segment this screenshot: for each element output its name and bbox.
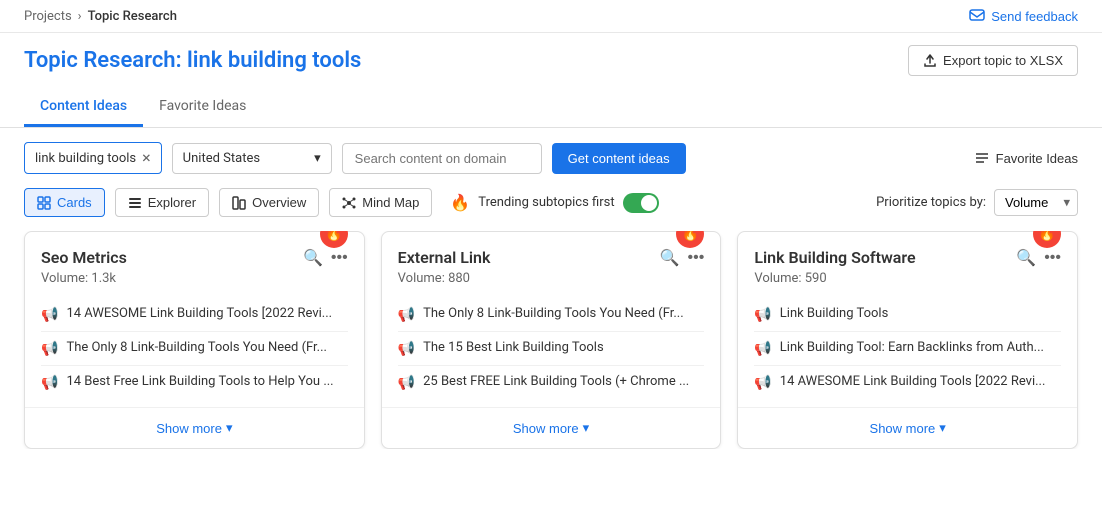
explorer-icon	[128, 196, 142, 210]
megaphone-icon: 📢	[398, 375, 415, 391]
card-volume: Volume: 1.3k	[41, 271, 127, 286]
card-title: Seo Metrics	[41, 248, 127, 267]
tabs-container: Content Ideas Favorite Ideas	[0, 88, 1102, 128]
card-search-button[interactable]: 🔍	[303, 248, 323, 268]
show-more-button[interactable]: Show more ▾	[25, 407, 364, 448]
chevron-down-icon: ▾	[583, 420, 590, 436]
prioritize-select[interactable]: Volume	[994, 189, 1078, 216]
trending-label: Trending subtopics first	[478, 195, 614, 210]
cards-area: 🔥 Seo Metrics Volume: 1.3k 🔍 ••• 📢 14 AW…	[0, 231, 1102, 449]
megaphone-icon: 📢	[41, 341, 58, 357]
show-more-button[interactable]: Show more ▾	[738, 407, 1077, 448]
send-feedback-button[interactable]: Send feedback	[969, 8, 1078, 24]
card-item-text: The 15 Best Link Building Tools	[423, 340, 604, 355]
megaphone-icon: 📢	[754, 307, 771, 323]
overview-icon	[232, 196, 246, 210]
mind-map-icon	[342, 196, 356, 210]
export-button[interactable]: Export topic to XLSX	[908, 45, 1078, 76]
card-item-text: 14 AWESOME Link Building Tools [2022 Rev…	[780, 374, 1046, 389]
toolbar: link building tools × United States ▾ Ge…	[0, 128, 1102, 188]
favorite-ideas-button[interactable]: Favorite Ideas	[974, 150, 1078, 166]
view-cards-button[interactable]: Cards	[24, 188, 105, 217]
card-item-text: Link Building Tools	[780, 306, 889, 321]
card-external-link: 🔥 External Link Volume: 880 🔍 ••• 📢 The …	[381, 231, 722, 449]
get-content-ideas-button[interactable]: Get content ideas	[552, 143, 686, 174]
trending-fire-icon: 🔥	[450, 193, 470, 212]
view-mindmap-button[interactable]: Mind Map	[329, 188, 432, 217]
prioritize-label: Prioritize topics by:	[876, 195, 986, 210]
card-volume: Volume: 590	[754, 271, 915, 286]
domain-search-input[interactable]	[342, 143, 542, 174]
view-toolbar: Cards Explorer Overview Mind Map	[0, 188, 1102, 231]
card-item-text: Link Building Tool: Earn Backlinks from …	[780, 340, 1044, 355]
card-item: 📢 The Only 8 Link-Building Tools You Nee…	[398, 298, 705, 331]
tab-favorite-ideas[interactable]: Favorite Ideas	[143, 88, 262, 127]
card-item: 📢 14 Best Free Link Building Tools to He…	[41, 365, 348, 399]
card-more-button[interactable]: •••	[331, 249, 348, 267]
card-seo-metrics: 🔥 Seo Metrics Volume: 1.3k 🔍 ••• 📢 14 AW…	[24, 231, 365, 449]
chevron-down-icon: ▾	[226, 420, 233, 436]
card-item: 📢 14 AWESOME Link Building Tools [2022 R…	[754, 365, 1061, 399]
card-item-text: The Only 8 Link-Building Tools You Need …	[423, 306, 684, 321]
trending-toggle-area: 🔥 Trending subtopics first	[450, 193, 658, 213]
top-bar: Projects › Topic Research Send feedback	[0, 0, 1102, 33]
card-header: External Link Volume: 880 🔍 •••	[382, 232, 721, 294]
card-item-text: 14 Best Free Link Building Tools to Help…	[66, 374, 333, 389]
card-header: Seo Metrics Volume: 1.3k 🔍 •••	[25, 232, 364, 294]
trending-toggle-switch[interactable]	[623, 193, 659, 213]
list-icon	[974, 150, 990, 166]
card-more-button[interactable]: •••	[1044, 249, 1061, 267]
card-item: 📢 25 Best FREE Link Building Tools (+ Ch…	[398, 365, 705, 399]
card-item-text: The Only 8 Link-Building Tools You Need …	[66, 340, 327, 355]
country-value: United States	[183, 151, 260, 166]
card-item: 📢 14 AWESOME Link Building Tools [2022 R…	[41, 298, 348, 331]
card-item: 📢 Link Building Tool: Earn Backlinks fro…	[754, 331, 1061, 365]
search-chip[interactable]: link building tools ×	[24, 142, 162, 174]
card-search-button[interactable]: 🔍	[1016, 248, 1036, 268]
card-header: Link Building Software Volume: 590 🔍 •••	[738, 232, 1077, 294]
feedback-icon	[969, 8, 985, 24]
view-explorer-button[interactable]: Explorer	[115, 188, 209, 217]
export-icon	[923, 54, 937, 68]
search-chip-value: link building tools	[35, 151, 136, 166]
tab-content-ideas[interactable]: Content Ideas	[24, 88, 143, 127]
breadcrumb-current: Topic Research	[88, 9, 177, 24]
cards-icon	[37, 196, 51, 210]
card-content: 📢 14 AWESOME Link Building Tools [2022 R…	[25, 294, 364, 399]
card-title: External Link	[398, 248, 491, 267]
card-content: 📢 The Only 8 Link-Building Tools You Nee…	[382, 294, 721, 399]
country-selector[interactable]: United States ▾	[172, 143, 332, 174]
megaphone-icon: 📢	[41, 375, 58, 391]
toggle-dot	[641, 195, 657, 211]
card-volume: Volume: 880	[398, 271, 491, 286]
card-item-text: 14 AWESOME Link Building Tools [2022 Rev…	[66, 306, 332, 321]
breadcrumb: Projects › Topic Research	[24, 9, 177, 24]
megaphone-icon: 📢	[398, 307, 415, 323]
card-item: 📢 The Only 8 Link-Building Tools You Nee…	[41, 331, 348, 365]
prioritize-select-wrapper: Volume	[994, 189, 1078, 216]
megaphone-icon: 📢	[754, 341, 771, 357]
chevron-down-icon: ▾	[314, 151, 321, 166]
clear-search-button[interactable]: ×	[142, 150, 151, 166]
card-item: 📢 Link Building Tools	[754, 298, 1061, 331]
view-overview-button[interactable]: Overview	[219, 188, 319, 217]
page-header: Topic Research: link building tools Expo…	[0, 33, 1102, 76]
card-title: Link Building Software	[754, 248, 915, 267]
card-more-button[interactable]: •••	[688, 249, 705, 267]
megaphone-icon: 📢	[41, 307, 58, 323]
breadcrumb-separator: ›	[78, 9, 82, 24]
prioritize-area: Prioritize topics by: Volume	[876, 189, 1078, 216]
breadcrumb-projects[interactable]: Projects	[24, 9, 72, 24]
megaphone-icon: 📢	[754, 375, 771, 391]
card-link-building-software: 🔥 Link Building Software Volume: 590 🔍 •…	[737, 231, 1078, 449]
card-item-text: 25 Best FREE Link Building Tools (+ Chro…	[423, 374, 689, 389]
show-more-button[interactable]: Show more ▾	[382, 407, 721, 448]
card-item: 📢 The 15 Best Link Building Tools	[398, 331, 705, 365]
megaphone-icon: 📢	[398, 341, 415, 357]
chevron-down-icon: ▾	[939, 420, 946, 436]
page-title: Topic Research: link building tools	[24, 48, 361, 73]
card-content: 📢 Link Building Tools 📢 Link Building To…	[738, 294, 1077, 399]
card-search-button[interactable]: 🔍	[660, 248, 680, 268]
